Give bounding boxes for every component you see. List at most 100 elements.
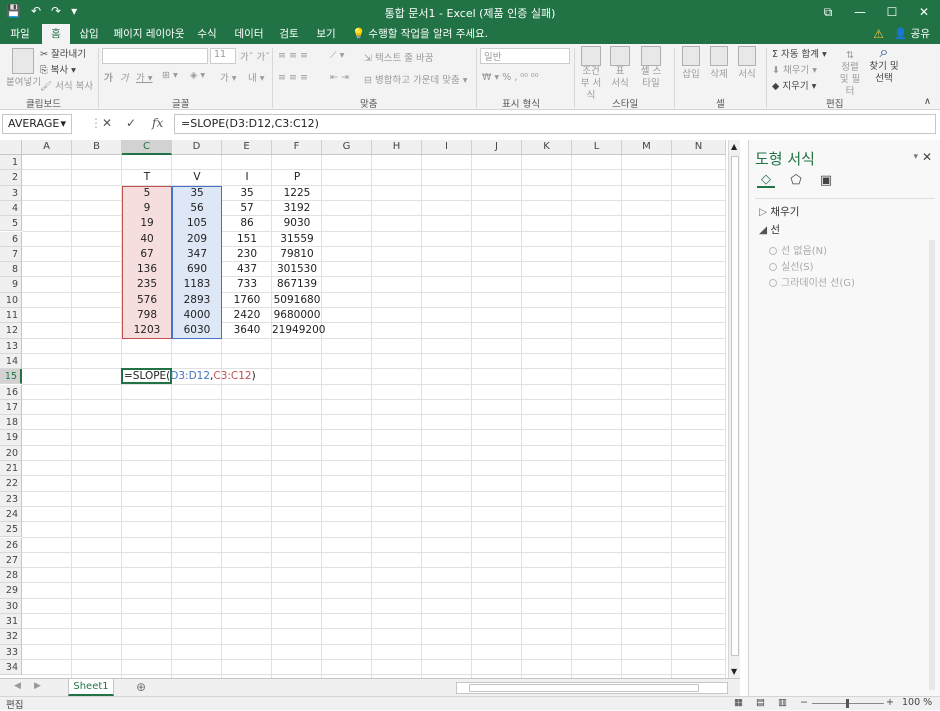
row-header-21[interactable]: 21 <box>0 461 22 477</box>
sort-filter-button[interactable]: ⇅ 정렬 및 필터 <box>836 50 864 98</box>
table-cell[interactable]: 86 <box>222 216 272 231</box>
column-header-f[interactable]: F <box>272 140 322 155</box>
table-cell[interactable]: 21949200 <box>272 323 325 338</box>
copy-button[interactable]: ⎘ 복사 ▾ <box>40 62 76 76</box>
collapse-ribbon-icon[interactable]: ∧ <box>924 96 931 107</box>
tab-file[interactable]: 파일 <box>4 24 36 44</box>
select-all-corner[interactable] <box>0 140 22 155</box>
formula-input[interactable]: =SLOPE(D3:D12,C3:C12) <box>174 114 936 134</box>
table-cell[interactable]: 67 <box>122 247 172 262</box>
table-cell[interactable]: 576 <box>122 293 172 308</box>
add-sheet-icon[interactable]: ⊕ <box>136 680 146 694</box>
table-cell[interactable]: 35 <box>172 186 222 201</box>
row-header-20[interactable]: 20 <box>0 445 22 461</box>
tab-home[interactable]: 홈 <box>42 24 70 44</box>
table-cell[interactable]: 19 <box>122 216 172 231</box>
row-header-9[interactable]: 9 <box>0 277 22 293</box>
number-format-dropdown[interactable]: 일반 <box>480 48 570 64</box>
page-layout-view-icon[interactable]: ▤ <box>756 697 765 708</box>
cell-header[interactable]: T <box>122 170 172 185</box>
table-cell[interactable]: 690 <box>172 262 222 277</box>
cancel-icon[interactable]: ✕ <box>102 116 112 130</box>
tell-me-box[interactable]: 💡 수행할 작업을 알려 주세요. <box>352 24 488 44</box>
active-cell-editor[interactable]: =SLOPE(D3:D12,C3:C12) <box>122 369 262 384</box>
cell-header[interactable]: I <box>222 170 272 185</box>
row-header-27[interactable]: 27 <box>0 552 22 569</box>
grow-font-icon[interactable]: 가ˆ 가ˇ <box>240 49 270 63</box>
row-header-14[interactable]: 14 <box>0 353 22 370</box>
table-cell[interactable]: 5091680 <box>272 293 322 308</box>
table-cell[interactable]: 35 <box>222 186 272 201</box>
horizontal-scrollbar[interactable] <box>456 682 728 694</box>
pane-options-icon[interactable]: ▾ <box>913 152 918 162</box>
font-name-dropdown[interactable] <box>102 48 208 64</box>
column-header-d[interactable]: D <box>172 140 222 155</box>
row-header-30[interactable]: 30 <box>0 598 22 614</box>
autosum-button[interactable]: Σ 자동 합계 ▾ <box>772 46 827 60</box>
column-header-k[interactable]: K <box>522 140 572 155</box>
row-header-11[interactable]: 11 <box>0 308 22 324</box>
table-cell[interactable]: 3640 <box>222 323 272 338</box>
table-cell[interactable]: 209 <box>172 232 222 247</box>
cell-header[interactable]: P <box>272 170 322 185</box>
border-icon[interactable]: ⊞ ▾ <box>162 70 178 81</box>
row-header-26[interactable]: 26 <box>0 537 22 553</box>
fill-color-icon[interactable]: ◈ ▾ <box>190 70 205 81</box>
normal-view-icon[interactable]: ▦ <box>734 697 743 708</box>
column-header-a[interactable]: A <box>22 140 72 155</box>
format-painter-button[interactable]: 🖌 서식 복사 <box>40 78 93 92</box>
scroll-up-icon[interactable]: ▲ <box>731 142 737 151</box>
tab-insert[interactable]: 삽입 <box>74 24 104 44</box>
table-cell[interactable]: 798 <box>122 308 172 323</box>
page-break-view-icon[interactable]: ▥ <box>778 697 787 708</box>
table-cell[interactable]: 2420 <box>222 308 272 323</box>
gradient-line-option[interactable]: 그라데이션 선(G) <box>769 274 855 289</box>
wrap-text-button[interactable]: ⇲ 텍스트 줄 바꿈 <box>364 50 433 64</box>
column-header-j[interactable]: J <box>472 140 522 155</box>
zoom-in-icon[interactable]: + <box>886 697 894 708</box>
align-left-icon[interactable]: ≡ ≡ ≡ <box>278 72 308 83</box>
find-select-button[interactable]: ⌕ 찾기 및 선택 <box>868 44 900 85</box>
table-cell[interactable]: 5 <box>122 186 172 201</box>
prev-sheet-icon[interactable]: ◀ <box>14 681 21 691</box>
table-cell[interactable]: 6030 <box>172 323 222 338</box>
tab-view[interactable]: 보기 <box>310 24 342 44</box>
cut-button[interactable]: ✂ 잘라내기 <box>40 46 86 60</box>
table-cell[interactable]: 79810 <box>272 247 322 262</box>
table-cell[interactable]: 2893 <box>172 293 222 308</box>
row-header-13[interactable]: 13 <box>0 338 22 354</box>
close-icon[interactable]: ✕ <box>922 150 932 164</box>
row-header-12[interactable]: 12 <box>0 323 22 339</box>
fill-line-icon[interactable]: ◇ <box>757 172 775 188</box>
align-top-icon[interactable]: ≡ ≡ ≡ <box>278 50 308 61</box>
row-header-15[interactable]: 15 <box>0 369 22 385</box>
row-header-23[interactable]: 23 <box>0 491 22 507</box>
column-header-g[interactable]: G <box>322 140 372 155</box>
sheet-tab-sheet1[interactable]: Sheet1 <box>68 679 114 696</box>
close-button[interactable]: ✕ <box>908 0 940 24</box>
clear-button[interactable]: ◆ 지우기 ▾ <box>772 78 816 92</box>
enter-icon[interactable]: ✓ <box>126 116 136 130</box>
row-header-22[interactable]: 22 <box>0 476 22 492</box>
row-header-25[interactable]: 25 <box>0 522 22 538</box>
zoom-level[interactable]: 100 % <box>902 697 932 708</box>
row-header-28[interactable]: 28 <box>0 568 22 584</box>
italic-icon[interactable]: 가 <box>120 70 129 84</box>
row-header-34[interactable]: 34 <box>0 659 22 676</box>
merge-center-button[interactable]: ⊟ 병합하고 가운데 맞춤 ▾ <box>364 72 468 86</box>
pane-scrollbar[interactable] <box>929 240 935 690</box>
insert-cells-button[interactable]: 삽입 <box>682 46 700 80</box>
column-header-c[interactable]: C <box>122 140 172 155</box>
table-cell[interactable]: 301530 <box>272 262 322 277</box>
font-size-dropdown[interactable]: 11 <box>210 48 236 64</box>
table-cell[interactable]: 1225 <box>272 186 322 201</box>
table-cell[interactable]: 347 <box>172 247 222 262</box>
table-cell[interactable]: 867139 <box>272 277 322 292</box>
fill-button[interactable]: ⬇ 채우기 ▾ <box>772 62 817 76</box>
zoom-slider-thumb[interactable] <box>846 699 849 708</box>
row-header-3[interactable]: 3 <box>0 185 22 201</box>
format-as-table-button[interactable]: 표 서식 <box>610 46 630 90</box>
row-header-29[interactable]: 29 <box>0 583 22 599</box>
row-header-19[interactable]: 19 <box>0 430 22 446</box>
vertical-scrollbar[interactable]: ▲ ▼ <box>728 140 740 678</box>
